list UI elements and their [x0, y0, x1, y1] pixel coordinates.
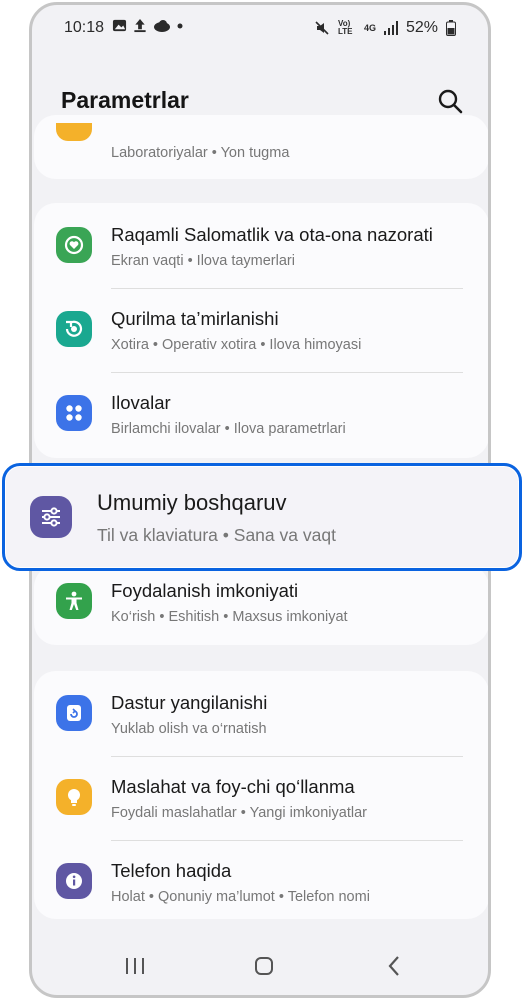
home-icon[interactable] — [251, 953, 277, 979]
row-title: Telefon haqida — [111, 860, 232, 881]
tips-icon — [56, 779, 92, 815]
row-title: Qurilma ta’mirlanishi — [111, 308, 279, 329]
row-subtitle: Xotira • Operativ xotira • Ilova himoyas… — [111, 337, 362, 353]
device-care-icon — [56, 311, 92, 347]
row-general-management[interactable]: Umumiy boshqaruv Til va klaviatura • San… — [2, 463, 522, 571]
row-title: Foydalanish imkoniyati — [111, 580, 299, 601]
signal-icon — [383, 21, 398, 35]
navigation-bar — [32, 939, 488, 995]
row-tips[interactable]: Maslahat va foy-chi qo‘llanma Foydali ma… — [34, 755, 488, 839]
settings-group-accessibility: Foydalanish imkoniyati Ko‘rish • Eshitis… — [34, 565, 488, 645]
row-subtitle: Til va klaviatura • Sana va vaqt — [97, 525, 336, 545]
upload-icon — [134, 18, 146, 33]
row-title: Maslahat va foy-chi qo‘llanma — [111, 776, 355, 797]
row-subtitle: Yuklab olish va o‘rnatish — [111, 721, 267, 737]
settings-group-top: Laboratoriyalar • Yon tugma — [34, 115, 488, 179]
digital-wellbeing-icon — [56, 227, 92, 263]
row-apps[interactable]: Ilovalar Birlamchi ilovalar • Ilova para… — [34, 371, 488, 455]
row-title: Ilovalar — [111, 392, 171, 413]
dot-icon — [177, 23, 183, 28]
page-title: Parametrlar — [61, 87, 189, 113]
cloud-icon — [154, 20, 170, 32]
status-right: Vo) LTE 4G 52% — [314, 19, 456, 37]
notification-icons — [112, 18, 183, 33]
row-software-update[interactable]: Dastur yangilanishi Yuklab olish va o‘rn… — [34, 671, 488, 755]
row-accessibility[interactable]: Foydalanish imkoniyati Ko‘rish • Eshitis… — [34, 559, 488, 643]
battery-icon — [446, 20, 456, 36]
row-subtitle: Birlamchi ilovalar • Ilova parametrlari — [111, 421, 346, 437]
status-bar: 10:18 Vo) LTE 4G 52% — [32, 5, 488, 49]
row-title: Umumiy boshqaruv — [97, 490, 287, 515]
row-title: Dastur yangilanishi — [111, 692, 268, 713]
labs-subtitle: Laboratoriyalar • Yon tugma — [111, 145, 290, 161]
mute-icon — [315, 21, 329, 35]
row-device-care[interactable]: Qurilma ta’mirlanishi Xotira • Operativ … — [34, 287, 488, 371]
row-digital-wellbeing[interactable]: Raqamli Salomatlik va ota-ona nazorati E… — [34, 203, 488, 287]
general-management-icon — [30, 496, 72, 538]
row-subtitle: Holat • Qonuniy ma’lumot • Telefon nomi — [111, 889, 370, 905]
accessibility-icon — [56, 583, 92, 619]
row-title: Raqamli Salomatlik va ota-ona nazorati — [111, 224, 433, 245]
settings-group-1: Raqamli Salomatlik va ota-ona nazorati E… — [34, 203, 488, 458]
network-label: 4G — [363, 23, 376, 33]
settings-group-3: Dastur yangilanishi Yuklab olish va o‘rn… — [34, 671, 488, 919]
labs-icon — [56, 123, 92, 141]
about-phone-icon — [56, 863, 92, 899]
battery-percent: 52% — [405, 19, 438, 36]
status-time: 10:18 — [64, 19, 105, 36]
row-about-phone[interactable]: Telefon haqida Holat • Qonuniy ma’lumot … — [34, 839, 488, 923]
software-update-icon — [56, 695, 92, 731]
row-subtitle: Ekran vaqti • Ilova taymerlari — [111, 253, 295, 269]
row-subtitle: Ko‘rish • Eshitish • Maxsus imkoniyat — [111, 609, 348, 625]
gallery-icon — [112, 19, 127, 32]
apps-icon — [56, 395, 92, 431]
search-icon[interactable] — [436, 87, 464, 115]
row-subtitle: Foydali maslahatlar • Yangi imkoniyatlar — [111, 805, 367, 821]
recent-apps-icon[interactable] — [122, 953, 148, 979]
volte-label: Vo) LTE — [337, 19, 353, 36]
back-icon[interactable] — [382, 953, 408, 979]
